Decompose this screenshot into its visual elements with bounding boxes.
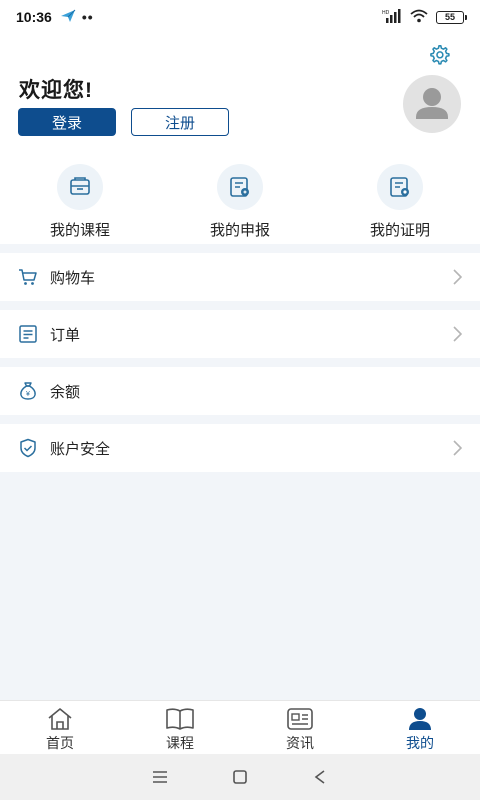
shortcut-label: 我的课程 xyxy=(49,222,110,239)
app-notification-icon xyxy=(60,9,76,26)
shield-icon xyxy=(20,438,36,458)
cart-icon xyxy=(19,269,37,285)
tab-label: 课程 xyxy=(166,735,194,751)
tab-home[interactable]: 首页 xyxy=(0,701,120,754)
shortcut-my-declarations[interactable]: 我的申报 xyxy=(160,160,320,244)
register-button[interactable]: 注册 xyxy=(131,108,229,136)
order-icon xyxy=(19,325,37,343)
shortcut-my-courses[interactable]: 我的课程 xyxy=(0,160,160,244)
status-bar: 10:36 •• HD 55 xyxy=(0,0,480,34)
shortcut-label: 我的证明 xyxy=(369,222,430,239)
book-icon xyxy=(166,708,194,730)
nav-back-button[interactable] xyxy=(280,757,360,797)
chevron-right-icon xyxy=(453,326,462,342)
nav-menu-button[interactable] xyxy=(120,757,200,797)
menu-item-orders[interactable]: 订单 xyxy=(0,310,480,358)
wifi-icon xyxy=(410,9,428,26)
status-time: 10:36 xyxy=(16,9,52,25)
bottom-tab-bar: 首页 课程 资讯 我的 xyxy=(0,700,480,754)
tab-label: 首页 xyxy=(46,735,74,751)
welcome-text: 欢迎您! xyxy=(19,79,93,102)
shortcut-row: 我的课程 我的申报 我的证明 xyxy=(0,160,480,244)
more-dots-icon: •• xyxy=(81,9,94,25)
system-nav-bar xyxy=(0,754,480,800)
default-user-icon xyxy=(416,88,448,119)
menu-icon xyxy=(153,771,167,783)
square-icon xyxy=(233,770,247,784)
menu-item-label: 订单 xyxy=(50,326,81,344)
svg-text:¥: ¥ xyxy=(26,391,30,398)
gear-icon xyxy=(430,45,450,65)
money-bag-icon: ¥ xyxy=(20,382,36,400)
tab-label: 资讯 xyxy=(286,735,314,751)
menu-item-balance[interactable]: ¥ 余额 xyxy=(0,367,480,415)
home-icon xyxy=(48,708,72,730)
settings-button[interactable] xyxy=(426,42,452,68)
menu-item-cart[interactable]: 购物车 xyxy=(0,253,480,301)
shortcut-my-certificates[interactable]: 我的证明 xyxy=(320,160,480,244)
chevron-right-icon xyxy=(453,269,462,285)
tab-news[interactable]: 资讯 xyxy=(240,701,360,754)
declaration-icon xyxy=(230,177,249,197)
avatar[interactable] xyxy=(403,75,461,133)
menu-item-label: 余额 xyxy=(50,383,81,401)
menu-item-account-security[interactable]: 账户安全 xyxy=(0,424,480,472)
tab-courses[interactable]: 课程 xyxy=(120,701,240,754)
tab-profile[interactable]: 我的 xyxy=(360,701,480,754)
certificate-icon xyxy=(390,177,409,197)
shortcut-label: 我的申报 xyxy=(209,222,270,239)
menu-item-label: 账户安全 xyxy=(50,440,111,458)
course-box-icon xyxy=(70,177,90,195)
profile-icon xyxy=(409,708,431,730)
svg-text:HD: HD xyxy=(382,10,390,16)
battery-icon: 55 xyxy=(436,10,467,24)
signal-icon: HD xyxy=(382,8,402,26)
profile-header: 欢迎您! 登录 注册 xyxy=(0,34,480,160)
menu-item-label: 购物车 xyxy=(50,269,96,287)
chevron-right-icon xyxy=(453,440,462,456)
back-icon xyxy=(314,770,325,784)
nav-home-button[interactable] xyxy=(200,757,280,797)
login-button[interactable]: 登录 xyxy=(18,108,116,136)
tab-label: 我的 xyxy=(406,735,434,751)
news-icon xyxy=(287,708,313,730)
